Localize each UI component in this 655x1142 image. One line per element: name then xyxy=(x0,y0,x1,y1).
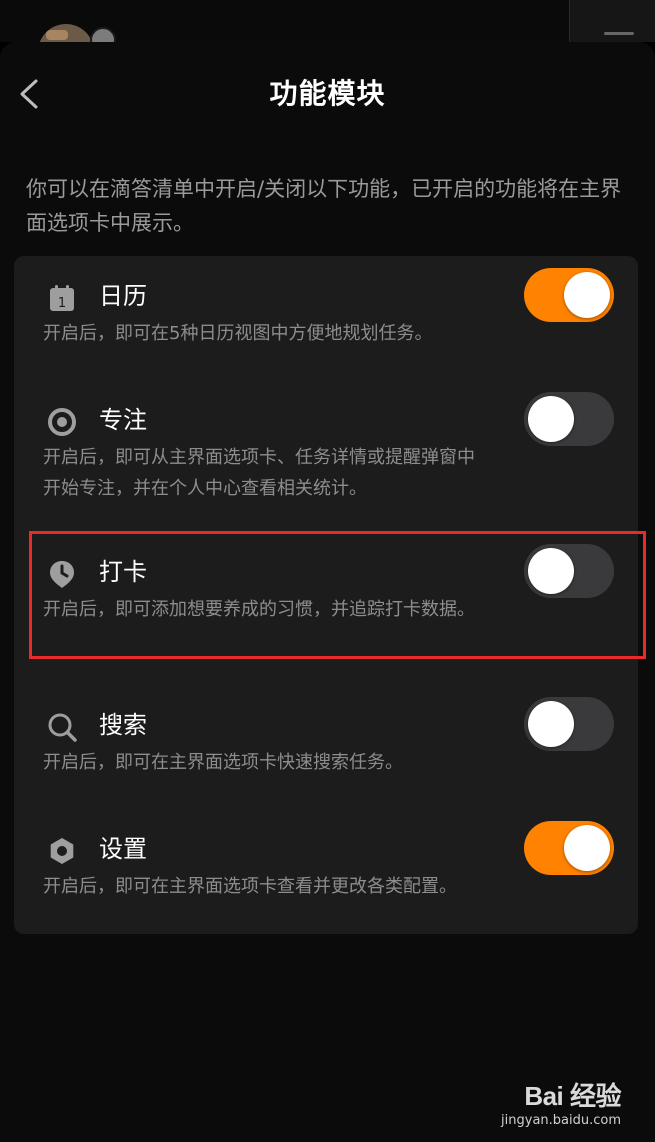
focus-icon xyxy=(47,407,77,437)
feature-description: 开启后，即可在5种日历视图中方便地规划任务。 xyxy=(43,323,433,344)
page-title: 功能模块 xyxy=(269,77,386,110)
feature-item-settings: 设置 开启后，即可在主界面选项卡查看并更改各类配置。 xyxy=(14,809,638,949)
feature-name: 搜索 xyxy=(99,711,147,739)
feature-toggle-calendar[interactable] xyxy=(524,268,614,322)
habit-icon xyxy=(47,559,77,589)
watermark: Bai 经验 jingyan.baidu.com xyxy=(501,1076,621,1128)
header: 功能模块 xyxy=(0,42,655,142)
feature-description: 开启后，即可从主界面选项卡、任务详情或提醒弹窗中开始专注，并在个人中心查看相关统… xyxy=(43,447,475,499)
calendar-icon-number: 1 xyxy=(58,296,66,311)
feature-description: 开启后，即可在主界面选项卡查看并更改各类配置。 xyxy=(43,876,457,897)
toggle-knob xyxy=(528,396,574,442)
feature-name: 设置 xyxy=(99,835,147,863)
feature-name: 日历 xyxy=(99,282,147,310)
watermark-brand: Bai 经验 xyxy=(524,1081,621,1111)
calendar-icon: 1 xyxy=(47,283,77,313)
feature-item-focus: 专注 开启后，即可从主界面选项卡、任务详情或提醒弹窗中开始专注，并在个人中心查看… xyxy=(14,380,638,520)
feature-list: 1 日历 开启后，即可在5种日历视图中方便地规划任务。 专注 开启后，即可从主界… xyxy=(14,256,638,934)
feature-modules-sheet: 功能模块 你可以在滴答清单中开启/关闭以下功能，已开启的功能将在主界面选项卡中展… xyxy=(0,42,655,1142)
search-icon xyxy=(47,712,77,742)
background-menu-area xyxy=(569,0,655,42)
toggle-knob xyxy=(564,825,610,871)
feature-toggle-search[interactable] xyxy=(524,697,614,751)
feature-toggle-habit[interactable] xyxy=(524,544,614,598)
watermark-url: jingyan.baidu.com xyxy=(501,1113,621,1128)
intro-text: 你可以在滴答清单中开启/关闭以下功能，已开启的功能将在主界面选项卡中展示。 xyxy=(26,177,622,235)
feature-name: 专注 xyxy=(99,406,147,434)
feature-name: 打卡 xyxy=(99,558,147,586)
feature-item-search: 搜索 开启后，即可在主界面选项卡快速搜索任务。 xyxy=(14,685,638,825)
toggle-knob xyxy=(564,272,610,318)
feature-toggle-settings[interactable] xyxy=(524,821,614,875)
feature-item-calendar: 1 日历 开启后，即可在5种日历视图中方便地规划任务。 xyxy=(14,256,638,396)
feature-description: 开启后，即可添加想要养成的习惯，并追踪打卡数据。 xyxy=(43,599,475,620)
feature-description: 开启后，即可在主界面选项卡快速搜索任务。 xyxy=(43,752,403,773)
feature-toggle-focus[interactable] xyxy=(524,392,614,446)
settings-icon xyxy=(47,836,77,866)
toggle-knob xyxy=(528,548,574,594)
feature-item-habit: 打卡 开启后，即可添加想要养成的习惯，并追踪打卡数据。 xyxy=(14,532,638,672)
toggle-knob xyxy=(528,701,574,747)
